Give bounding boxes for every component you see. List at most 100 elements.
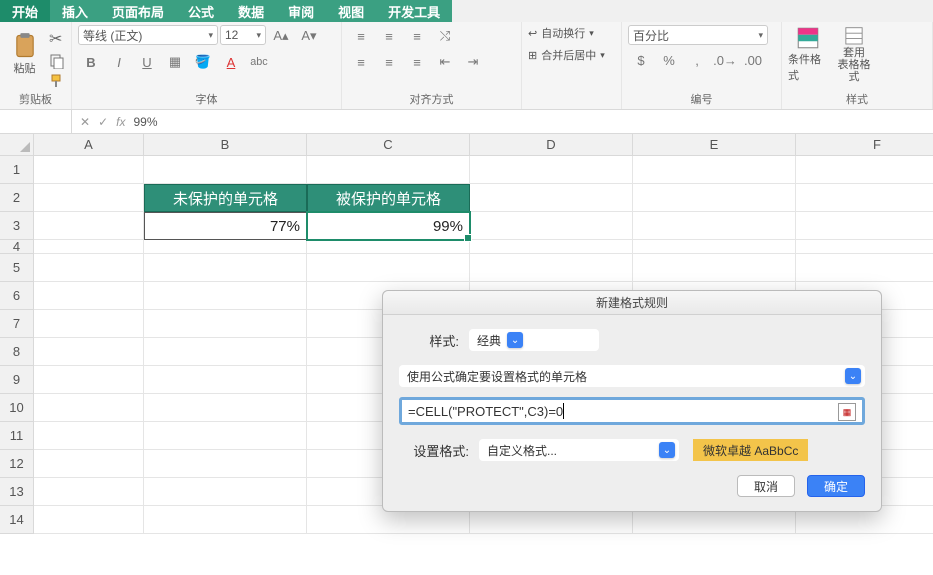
row-header-7[interactable]: 7 bbox=[0, 310, 34, 338]
row-header-14[interactable]: 14 bbox=[0, 506, 34, 534]
cell-B11[interactable] bbox=[144, 422, 307, 450]
phonetic-icon[interactable]: abc bbox=[246, 51, 272, 73]
cell-D4[interactable] bbox=[470, 240, 633, 254]
row-header-12[interactable]: 12 bbox=[0, 450, 34, 478]
row-header-2[interactable]: 2 bbox=[0, 184, 34, 212]
cell-C5[interactable] bbox=[307, 254, 470, 282]
increase-decimal-icon[interactable]: .0→ bbox=[712, 49, 738, 71]
decrease-decimal-icon[interactable]: .00 bbox=[740, 49, 766, 71]
cell-A6[interactable] bbox=[34, 282, 144, 310]
select-all-corner[interactable] bbox=[0, 134, 34, 156]
tab-insert[interactable]: 插入 bbox=[50, 0, 100, 22]
cell-E1[interactable] bbox=[633, 156, 796, 184]
cell-A7[interactable] bbox=[34, 310, 144, 338]
cell-C1[interactable] bbox=[307, 156, 470, 184]
cell-F3[interactable] bbox=[796, 212, 933, 240]
cell-B5[interactable] bbox=[144, 254, 307, 282]
comma-icon[interactable]: , bbox=[684, 49, 710, 71]
orientation-icon[interactable]: ⤭ bbox=[432, 25, 458, 47]
italic-icon[interactable]: I bbox=[106, 51, 132, 73]
row-header-8[interactable]: 8 bbox=[0, 338, 34, 366]
cell-A3[interactable] bbox=[34, 212, 144, 240]
formula-input[interactable]: 99% bbox=[133, 115, 933, 129]
cell-C2[interactable]: 被保护的单元格 bbox=[307, 184, 470, 212]
confirm-formula-icon[interactable]: ✓ bbox=[98, 115, 108, 129]
cell-A12[interactable] bbox=[34, 450, 144, 478]
border-icon[interactable]: ▦ bbox=[162, 51, 188, 73]
cell-D3[interactable] bbox=[470, 212, 633, 240]
row-header-4[interactable]: 4 bbox=[0, 240, 34, 254]
cancel-formula-icon[interactable]: ✕ bbox=[80, 115, 90, 129]
col-header-A[interactable]: A bbox=[34, 134, 144, 156]
fx-icon[interactable]: fx bbox=[116, 115, 125, 129]
cell-A5[interactable] bbox=[34, 254, 144, 282]
cell-B6[interactable] bbox=[144, 282, 307, 310]
cell-A1[interactable] bbox=[34, 156, 144, 184]
col-header-D[interactable]: D bbox=[470, 134, 633, 156]
cell-F4[interactable] bbox=[796, 240, 933, 254]
cell-B9[interactable] bbox=[144, 366, 307, 394]
paste-button[interactable]: 粘贴 bbox=[6, 25, 43, 83]
align-right-icon[interactable]: ≡ bbox=[404, 51, 430, 73]
cell-B13[interactable] bbox=[144, 478, 307, 506]
copy-icon[interactable] bbox=[49, 53, 65, 69]
format-painter-icon[interactable] bbox=[49, 73, 65, 89]
cell-D1[interactable] bbox=[470, 156, 633, 184]
percent-icon[interactable]: % bbox=[656, 49, 682, 71]
cell-A4[interactable] bbox=[34, 240, 144, 254]
fill-color-icon[interactable]: 🪣 bbox=[190, 51, 216, 73]
merge-center-button[interactable]: ⊞合并后居中▾ bbox=[528, 47, 605, 63]
cell-A13[interactable] bbox=[34, 478, 144, 506]
increase-indent-icon[interactable]: ⇥ bbox=[460, 51, 486, 73]
cell-D2[interactable] bbox=[470, 184, 633, 212]
tab-data[interactable]: 数据 bbox=[226, 0, 276, 22]
cell-A11[interactable] bbox=[34, 422, 144, 450]
row-header-9[interactable]: 9 bbox=[0, 366, 34, 394]
cell-B4[interactable] bbox=[144, 240, 307, 254]
conditional-format-button[interactable]: 条件格式 bbox=[788, 25, 828, 83]
align-center-icon[interactable]: ≡ bbox=[376, 51, 402, 73]
ok-button[interactable]: 确定 bbox=[807, 475, 865, 497]
underline-icon[interactable]: U bbox=[134, 51, 160, 73]
format-select[interactable]: 自定义格式... ⌄ bbox=[479, 439, 679, 461]
row-header-3[interactable]: 3 bbox=[0, 212, 34, 240]
row-header-5[interactable]: 5 bbox=[0, 254, 34, 282]
col-header-C[interactable]: C bbox=[307, 134, 470, 156]
row-header-6[interactable]: 6 bbox=[0, 282, 34, 310]
cut-icon[interactable]: ✂ bbox=[49, 29, 65, 49]
cell-E4[interactable] bbox=[633, 240, 796, 254]
align-top-icon[interactable]: ≡ bbox=[348, 25, 374, 47]
cell-A8[interactable] bbox=[34, 338, 144, 366]
font-name-select[interactable]: 等线 (正文)▾ bbox=[78, 25, 218, 45]
decrease-indent-icon[interactable]: ⇤ bbox=[432, 51, 458, 73]
cell-B7[interactable] bbox=[144, 310, 307, 338]
cell-F1[interactable] bbox=[796, 156, 933, 184]
cell-D5[interactable] bbox=[470, 254, 633, 282]
cell-A14[interactable] bbox=[34, 506, 144, 534]
cell-E3[interactable] bbox=[633, 212, 796, 240]
col-header-B[interactable]: B bbox=[144, 134, 307, 156]
cell-E2[interactable] bbox=[633, 184, 796, 212]
cell-A10[interactable] bbox=[34, 394, 144, 422]
number-format-select[interactable]: 百分比▾ bbox=[628, 25, 768, 45]
decrease-font-icon[interactable]: A▾ bbox=[296, 25, 322, 47]
cell-A9[interactable] bbox=[34, 366, 144, 394]
cell-C4[interactable] bbox=[307, 240, 470, 254]
align-middle-icon[interactable]: ≡ bbox=[376, 25, 402, 47]
formula-input-field[interactable]: =CELL("PROTECT",C3)=0 ▦ bbox=[399, 397, 865, 425]
cell-B12[interactable] bbox=[144, 450, 307, 478]
cell-F2[interactable] bbox=[796, 184, 933, 212]
currency-icon[interactable]: $ bbox=[628, 49, 654, 71]
align-bottom-icon[interactable]: ≡ bbox=[404, 25, 430, 47]
font-size-select[interactable]: 12▾ bbox=[220, 25, 266, 45]
align-left-icon[interactable]: ≡ bbox=[348, 51, 374, 73]
cancel-button[interactable]: 取消 bbox=[737, 475, 795, 497]
tab-developer[interactable]: 开发工具 bbox=[376, 0, 452, 22]
cell-C3[interactable]: 99% bbox=[307, 212, 470, 240]
increase-font-icon[interactable]: A▴ bbox=[268, 25, 294, 47]
row-header-1[interactable]: 1 bbox=[0, 156, 34, 184]
cell-B2[interactable]: 未保护的单元格 bbox=[144, 184, 307, 212]
row-header-11[interactable]: 11 bbox=[0, 422, 34, 450]
tab-home[interactable]: 开始 bbox=[0, 0, 50, 22]
wrap-text-button[interactable]: ↩自动换行▾ bbox=[528, 25, 594, 41]
